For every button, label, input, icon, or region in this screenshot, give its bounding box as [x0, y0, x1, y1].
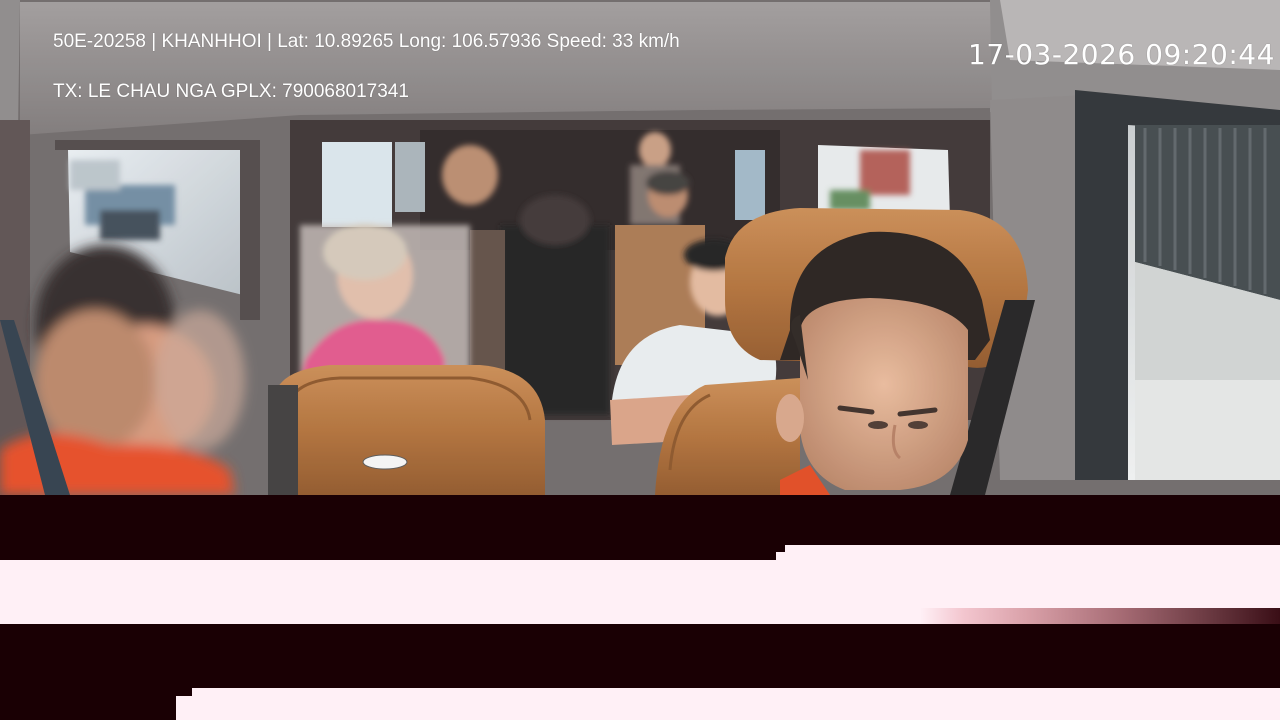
osd-driver-line: TX: LE CHAU NGA GPLX: 790068017341 [53, 81, 409, 102]
osd-timestamp: 17-03-2026 09:20:44 [968, 38, 1275, 71]
glitch-band-light [776, 552, 786, 560]
glitch-band-dark [0, 624, 1280, 688]
glitch-band-light [176, 696, 192, 720]
glitch-gradient-strip [920, 608, 1280, 624]
dashcam-frame: 50E-20258 | KHANHHOI | Lat: 10.89265 Lon… [0, 0, 1280, 720]
glitch-band-light [192, 688, 1280, 720]
glitch-band-light [785, 545, 1280, 560]
camera-view: 50E-20258 | KHANHHOI | Lat: 10.89265 Lon… [0, 0, 1280, 495]
osd-info-line: 50E-20258 | KHANHHOI | Lat: 10.89265 Lon… [53, 31, 680, 52]
cabin-scene [0, 0, 1280, 495]
glitch-band-dark [0, 495, 1280, 545]
